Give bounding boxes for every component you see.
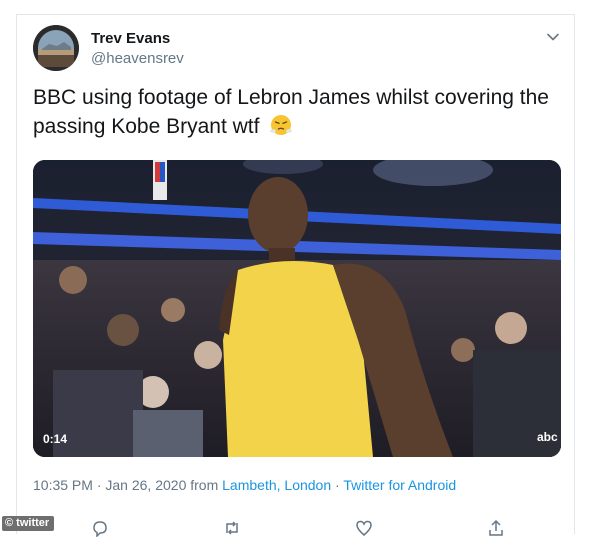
source-badge-label: twitter [16, 517, 50, 529]
tweet-time[interactable]: 10:35 PM [33, 477, 93, 493]
video-duration: 0:14 [43, 432, 68, 446]
chevron-down-icon[interactable] [545, 29, 561, 45]
tweet-metadata: 10:35 PM · Jan 26, 2020 from Lambeth, Lo… [33, 477, 456, 493]
author-name[interactable]: Trev Evans [91, 30, 170, 47]
source-badge: © twitter [2, 516, 55, 531]
reply-icon[interactable] [91, 519, 109, 537]
broadcaster-watermark: abc [537, 430, 558, 444]
tweet-date[interactable]: Jan 26, 2020 [105, 477, 186, 493]
avatar[interactable] [33, 25, 79, 71]
tweet-client-link[interactable]: Twitter for Android [343, 477, 456, 493]
tweet-body: BBC using footage of Lebron James whilst… [33, 83, 563, 141]
like-icon[interactable] [355, 519, 373, 537]
from-label: from [190, 477, 219, 493]
author-handle[interactable]: @heavensrev [91, 50, 184, 67]
retweet-icon[interactable] [223, 519, 241, 537]
meta-separator: · [96, 477, 102, 493]
tweet-location-link[interactable]: Lambeth, London [222, 477, 331, 493]
steam-face-emoji-icon [270, 115, 293, 135]
avatar-image [33, 25, 79, 71]
video-player[interactable]: 0:14 abc [33, 160, 561, 457]
share-icon[interactable] [487, 519, 505, 537]
meta-separator: · [335, 477, 340, 493]
tweet-actions [17, 519, 576, 537]
copyright-icon: © [5, 517, 14, 529]
video-frame [33, 160, 561, 457]
tweet-card: Trev Evans @heavensrev BBC using footage… [16, 14, 576, 537]
